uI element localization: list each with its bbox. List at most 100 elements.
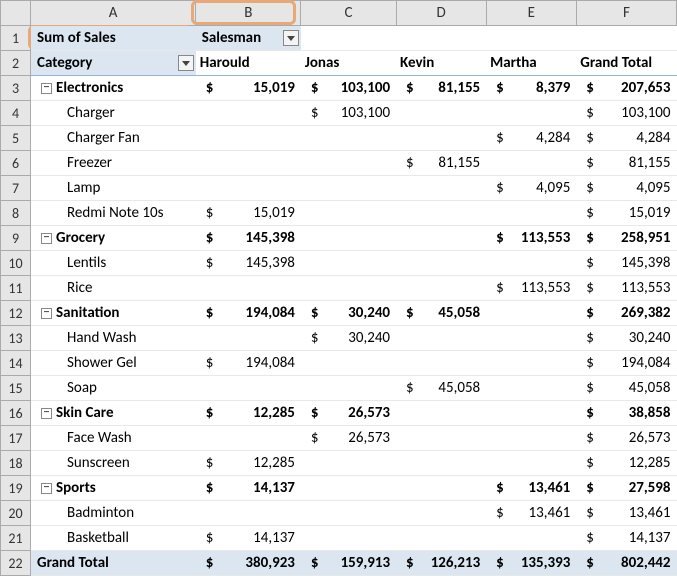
row-label[interactable]: −Sports (31, 476, 196, 501)
data-cell[interactable]: $13,461 (576, 501, 676, 526)
data-cell[interactable]: $26,573 (576, 426, 676, 451)
data-cell[interactable] (396, 126, 486, 151)
salesman-dropdown-icon[interactable] (283, 30, 299, 46)
data-cell[interactable]: $15,019 (576, 201, 676, 226)
grand-total-D[interactable]: $126,213 (396, 551, 486, 576)
row-header-4[interactable]: 4 (1, 101, 31, 126)
data-cell[interactable] (196, 276, 301, 301)
data-cell[interactable] (396, 201, 486, 226)
collapse-icon[interactable]: − (41, 233, 52, 244)
row-header-17[interactable]: 17 (1, 426, 31, 451)
col-header-B[interactable]: B (196, 1, 301, 26)
data-cell[interactable]: $14,137 (576, 526, 676, 551)
grand-total-B[interactable]: $380,923 (196, 551, 301, 576)
data-cell[interactable]: $194,084 (196, 301, 301, 326)
row-label[interactable]: Shower Gel (31, 351, 196, 376)
data-cell[interactable]: $45,058 (396, 376, 486, 401)
row-label[interactable]: −Grocery (31, 226, 196, 251)
data-cell[interactable] (396, 351, 486, 376)
row-header-20[interactable]: 20 (1, 501, 31, 526)
salesman-field[interactable]: Salesman (196, 26, 301, 51)
row-label[interactable]: Sunscreen (31, 451, 196, 476)
row-header-12[interactable]: 12 (1, 301, 31, 326)
sum-of-sales-label[interactable]: Sum of Sales (31, 26, 196, 51)
data-cell[interactable] (196, 101, 301, 126)
collapse-icon[interactable]: − (41, 483, 52, 494)
data-cell[interactable] (486, 151, 576, 176)
data-cell[interactable] (301, 351, 396, 376)
data-cell[interactable]: $45,058 (576, 376, 676, 401)
category-dropdown-icon[interactable] (178, 55, 194, 71)
data-cell[interactable] (396, 501, 486, 526)
row-header-22[interactable]: 22 (1, 551, 31, 576)
grand-total-label[interactable]: Grand Total (31, 551, 196, 576)
data-cell[interactable] (486, 201, 576, 226)
row-label[interactable]: Face Wash (31, 426, 196, 451)
row-label[interactable]: Hand Wash (31, 326, 196, 351)
row-label[interactable]: Redmi Note 10s (31, 201, 196, 226)
row-label[interactable]: Freezer (31, 151, 196, 176)
row-header-16[interactable]: 16 (1, 401, 31, 426)
data-cell[interactable]: $194,084 (196, 351, 301, 376)
data-cell[interactable] (301, 451, 396, 476)
data-cell[interactable]: $13,461 (486, 501, 576, 526)
data-cell[interactable] (486, 326, 576, 351)
data-cell[interactable] (486, 351, 576, 376)
col-header-E[interactable]: E (486, 1, 576, 26)
row-label[interactable]: −Skin Care (31, 401, 196, 426)
data-cell[interactable]: $12,285 (196, 401, 301, 426)
row-header-14[interactable]: 14 (1, 351, 31, 376)
data-cell[interactable]: $269,382 (576, 301, 676, 326)
data-cell[interactable] (301, 476, 396, 501)
data-cell[interactable] (301, 201, 396, 226)
row-header-2[interactable]: 2 (1, 51, 31, 76)
data-cell[interactable]: $30,240 (576, 326, 676, 351)
data-cell[interactable]: $194,084 (576, 351, 676, 376)
data-cell[interactable]: $4,095 (576, 176, 676, 201)
row-header-7[interactable]: 7 (1, 176, 31, 201)
row-header-8[interactable]: 8 (1, 201, 31, 226)
col-header-C[interactable]: C (301, 1, 396, 26)
data-cell[interactable]: $12,285 (196, 451, 301, 476)
row-label[interactable]: −Sanitation (31, 301, 196, 326)
data-cell[interactable]: $30,240 (301, 326, 396, 351)
data-cell[interactable]: $14,137 (196, 526, 301, 551)
data-cell[interactable]: $4,284 (576, 126, 676, 151)
data-cell[interactable] (486, 101, 576, 126)
data-cell[interactable] (396, 176, 486, 201)
data-cell[interactable] (486, 251, 576, 276)
data-cell[interactable] (486, 376, 576, 401)
row-label[interactable]: Rice (31, 276, 196, 301)
row-header-18[interactable]: 18 (1, 451, 31, 476)
data-cell[interactable] (396, 251, 486, 276)
collapse-icon[interactable]: − (41, 308, 52, 319)
data-cell[interactable] (301, 376, 396, 401)
data-cell[interactable]: $113,553 (486, 226, 576, 251)
data-cell[interactable] (301, 176, 396, 201)
data-cell[interactable] (396, 326, 486, 351)
data-cell[interactable] (301, 126, 396, 151)
col-label-jonas[interactable]: Jonas (301, 51, 396, 76)
row-label[interactable]: Charger (31, 101, 196, 126)
data-cell[interactable]: $145,398 (196, 251, 301, 276)
row-header-15[interactable]: 15 (1, 376, 31, 401)
col-header-F[interactable]: F (576, 1, 676, 26)
grand-total-F[interactable]: $802,442 (576, 551, 676, 576)
data-cell[interactable]: $27,598 (576, 476, 676, 501)
data-cell[interactable]: $81,155 (396, 151, 486, 176)
col-header-D[interactable]: D (396, 1, 486, 26)
data-cell[interactable]: $14,137 (196, 476, 301, 501)
data-cell[interactable]: $4,095 (486, 176, 576, 201)
row-header-13[interactable]: 13 (1, 326, 31, 351)
col-label-kevin[interactable]: Kevin (396, 51, 486, 76)
data-cell[interactable] (301, 226, 396, 251)
data-cell[interactable]: $26,573 (301, 426, 396, 451)
data-cell[interactable] (301, 276, 396, 301)
collapse-icon[interactable]: − (41, 408, 52, 419)
data-cell[interactable]: $81,155 (396, 76, 486, 101)
row-header-1[interactable]: 1 (1, 26, 31, 51)
row-label[interactable]: Lamp (31, 176, 196, 201)
data-cell[interactable] (196, 176, 301, 201)
data-cell[interactable]: $15,019 (196, 201, 301, 226)
data-cell[interactable] (196, 126, 301, 151)
